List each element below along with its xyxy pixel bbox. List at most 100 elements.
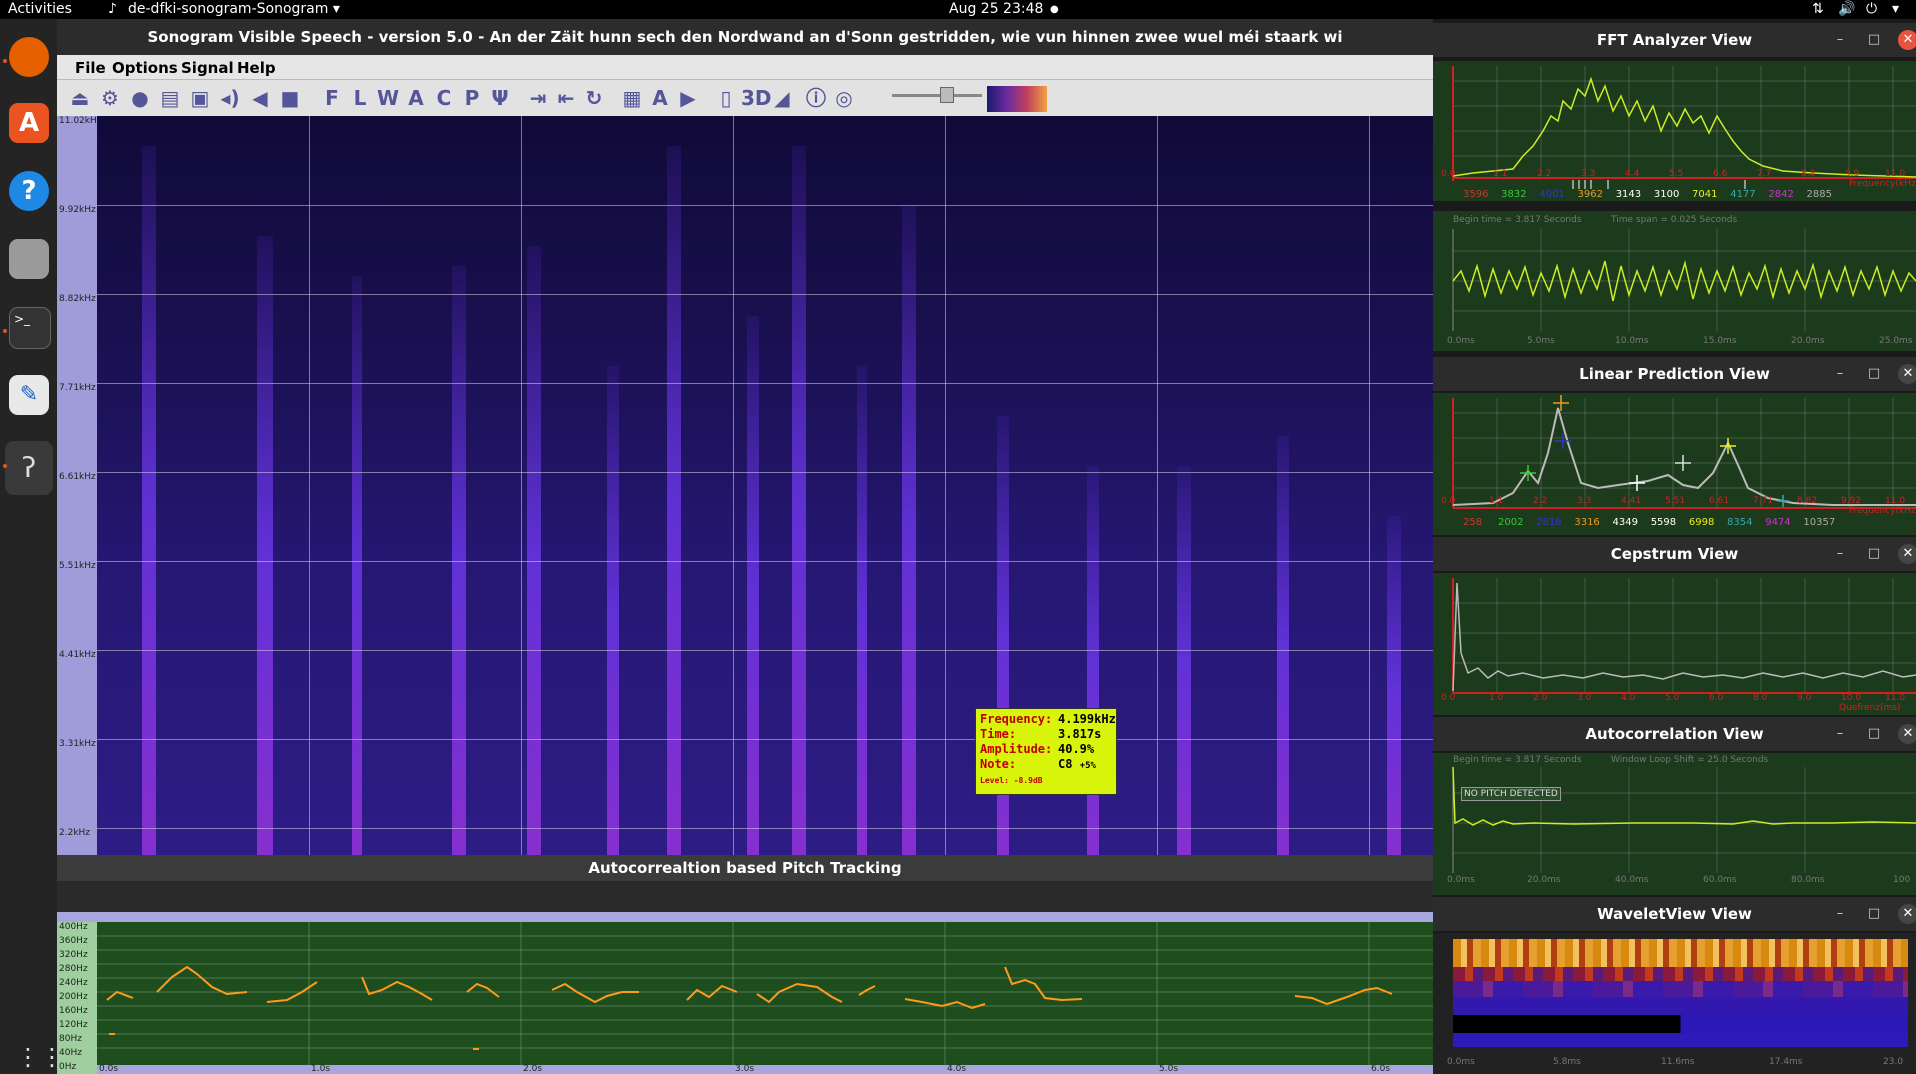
spectral-band (667, 146, 681, 855)
software-center-icon[interactable]: A (9, 103, 49, 143)
maximize-icon[interactable]: □ (1864, 724, 1884, 744)
gain-slider[interactable] (892, 87, 982, 103)
terminal-icon[interactable]: >_ (9, 307, 51, 349)
wavelet-plot[interactable]: 0.0ms 5.8ms 11.6ms 17.4ms 23.0 (1433, 933, 1916, 1074)
sonogram-main-window: Sonogram Visible Speech - version 5.0 - … (57, 19, 1433, 1074)
menu-file[interactable]: File (75, 59, 106, 77)
close-icon[interactable]: ✕ (1898, 544, 1916, 564)
grid-icon[interactable]: ▦ (619, 85, 645, 111)
cep-tick: 10.0 (1841, 693, 1862, 703)
maximize-icon[interactable]: □ (1864, 30, 1884, 50)
cep-tick: 4.0 (1621, 693, 1636, 703)
help-icon[interactable]: ? (9, 171, 49, 211)
pitch-divider[interactable] (57, 912, 1433, 922)
autocorr-plot[interactable]: Begin time = 3.817 Seconds Window Loop S… (1433, 753, 1916, 895)
maximize-icon[interactable]: □ (1864, 544, 1884, 564)
waveform-plot[interactable]: Begin time = 3.817 Seconds Time span = 0… (1433, 211, 1916, 351)
close-icon[interactable]: ✕ (1898, 364, 1916, 384)
rewind-icon[interactable]: ◀ (247, 85, 273, 111)
minimize-icon[interactable]: – (1830, 30, 1850, 50)
grid-line (733, 116, 734, 855)
time-tick-label: 3.0s (735, 1064, 755, 1074)
volume-icon[interactable]: 🔊 (1838, 1, 1855, 17)
time-tick: 20.0ms (1527, 875, 1561, 885)
play-forward-icon[interactable]: ▶ (675, 85, 701, 111)
globe-icon[interactable]: ◎ (831, 85, 857, 111)
open-file-icon[interactable]: ⏏ (67, 85, 93, 111)
surface-icon[interactable]: ◢ (769, 85, 795, 111)
chevron-down-icon[interactable]: ▾ (1892, 1, 1899, 17)
menu-help[interactable]: Help (237, 59, 276, 77)
refresh-icon[interactable]: ↻ (581, 85, 607, 111)
app-menu-button[interactable]: de-dfki-sonogram-Sonogram ▾ (128, 1, 340, 17)
color-palette-swatch[interactable] (987, 86, 1047, 112)
settings-icon[interactable]: ⚙ (97, 85, 123, 111)
text-editor-icon[interactable]: ✎ (9, 375, 49, 415)
peak-value: 3596 (1463, 189, 1489, 200)
maximize-icon[interactable]: □ (1864, 904, 1884, 924)
pitch-tracking-plot[interactable]: 400Hz 360Hz 320Hz 280Hz 240Hz 200Hz 160H… (57, 922, 1433, 1074)
document-icon[interactable]: ▯ (713, 85, 739, 111)
minimize-icon[interactable]: – (1830, 904, 1850, 924)
peak-value: 2842 (1768, 189, 1794, 200)
freq-tick-label: 4.41kHz (59, 650, 96, 660)
minimize-icon[interactable]: – (1830, 364, 1850, 384)
info-icon[interactable]: ⓘ (803, 85, 829, 111)
maximize-icon[interactable]: □ (1864, 364, 1884, 384)
lpc-view-icon[interactable]: L (347, 85, 373, 111)
firefox-icon[interactable] (9, 37, 49, 77)
close-icon[interactable]: ✕ (1898, 30, 1916, 50)
spectrogram-area[interactable] (97, 116, 1433, 855)
formant-view-icon[interactable]: Ψ (487, 85, 513, 111)
system-top-bar: Activities ♪ de-dfki-sonogram-Sonogram ▾… (0, 0, 1916, 19)
close-icon[interactable]: ✕ (1898, 724, 1916, 744)
peak-value: 8354 (1727, 517, 1753, 528)
pitch-tick-label: 320Hz (59, 950, 88, 960)
pitch-contour (551, 982, 639, 1004)
minimize-icon[interactable]: – (1830, 544, 1850, 564)
stop-icon[interactable]: ■ (277, 85, 303, 111)
cepstrum-view-icon[interactable]: C (431, 85, 457, 111)
sonogram-ear-icon[interactable]: ʔ (5, 441, 53, 495)
export-icon[interactable]: ▣ (187, 85, 213, 111)
wavelet-view-icon[interactable]: W (375, 85, 401, 111)
pitch-view-icon[interactable]: P (459, 85, 485, 111)
minimize-icon[interactable]: – (1830, 724, 1850, 744)
spectral-band (1087, 466, 1099, 855)
cepstrum-plot[interactable]: 0.0 1.0 2.0 3.0 4.0 5.0 6.0 8.0 9.0 10.0… (1433, 573, 1916, 715)
zoom-out-icon[interactable]: ⇤ (553, 85, 579, 111)
autocorr-view-icon[interactable]: A (403, 85, 429, 111)
lpc-tick: 1.1 (1489, 496, 1504, 506)
record-icon[interactable]: ● (127, 85, 153, 111)
sonogram-view[interactable]: 11.02kHz 9.92kHz 8.82kHz 7.71kHz 6.61kHz… (57, 116, 1433, 855)
lpc-plot[interactable]: 0.0 1.1 2.2 3.3 4.41 5.51 6.61 7.71 8.82… (1433, 393, 1916, 535)
clock[interactable]: Aug 25 23:48 (949, 1, 1043, 17)
files-icon[interactable] (9, 239, 49, 279)
close-icon[interactable]: ✕ (1898, 904, 1916, 924)
fft-view-icon[interactable]: F (319, 85, 345, 111)
peak-value: 3962 (1577, 189, 1603, 200)
cep-tick: 5.0 (1665, 693, 1680, 703)
3d-view-icon[interactable]: 3D (741, 85, 772, 111)
slider-knob[interactable] (940, 87, 954, 103)
pitch-tick-label: 400Hz (59, 922, 88, 932)
pitch-contour (106, 990, 134, 1001)
menu-options[interactable]: Options (112, 59, 178, 77)
pitch-contour (466, 982, 500, 998)
fft-spectrum-plot[interactable]: 0.0 1.1 2.2 3.3 4.4 5.5 6.6 7.7 8.8 9.9 … (1433, 61, 1916, 201)
time-tick-label: 2.0s (523, 1064, 543, 1074)
grid-line (97, 472, 1433, 473)
print-icon[interactable]: ▤ (157, 85, 183, 111)
menu-signal[interactable]: Signal (181, 59, 234, 77)
lpc-tick: 11.0 (1885, 496, 1906, 506)
zoom-in-icon[interactable]: ⇥ (525, 85, 551, 111)
power-icon[interactable]: ⏻ (1866, 1, 1877, 17)
peak-value: 5598 (1650, 517, 1677, 528)
freq-tick-label: 2.2kHz (59, 828, 91, 838)
fft-tick: 11.0 (1885, 169, 1906, 179)
grid-line (97, 383, 1433, 384)
activities-button[interactable]: Activities (8, 1, 72, 17)
annotation-icon[interactable]: A (647, 85, 673, 111)
speaker-icon[interactable]: ◂) (217, 85, 243, 111)
network-icon[interactable]: ⇅ (1812, 1, 1824, 17)
